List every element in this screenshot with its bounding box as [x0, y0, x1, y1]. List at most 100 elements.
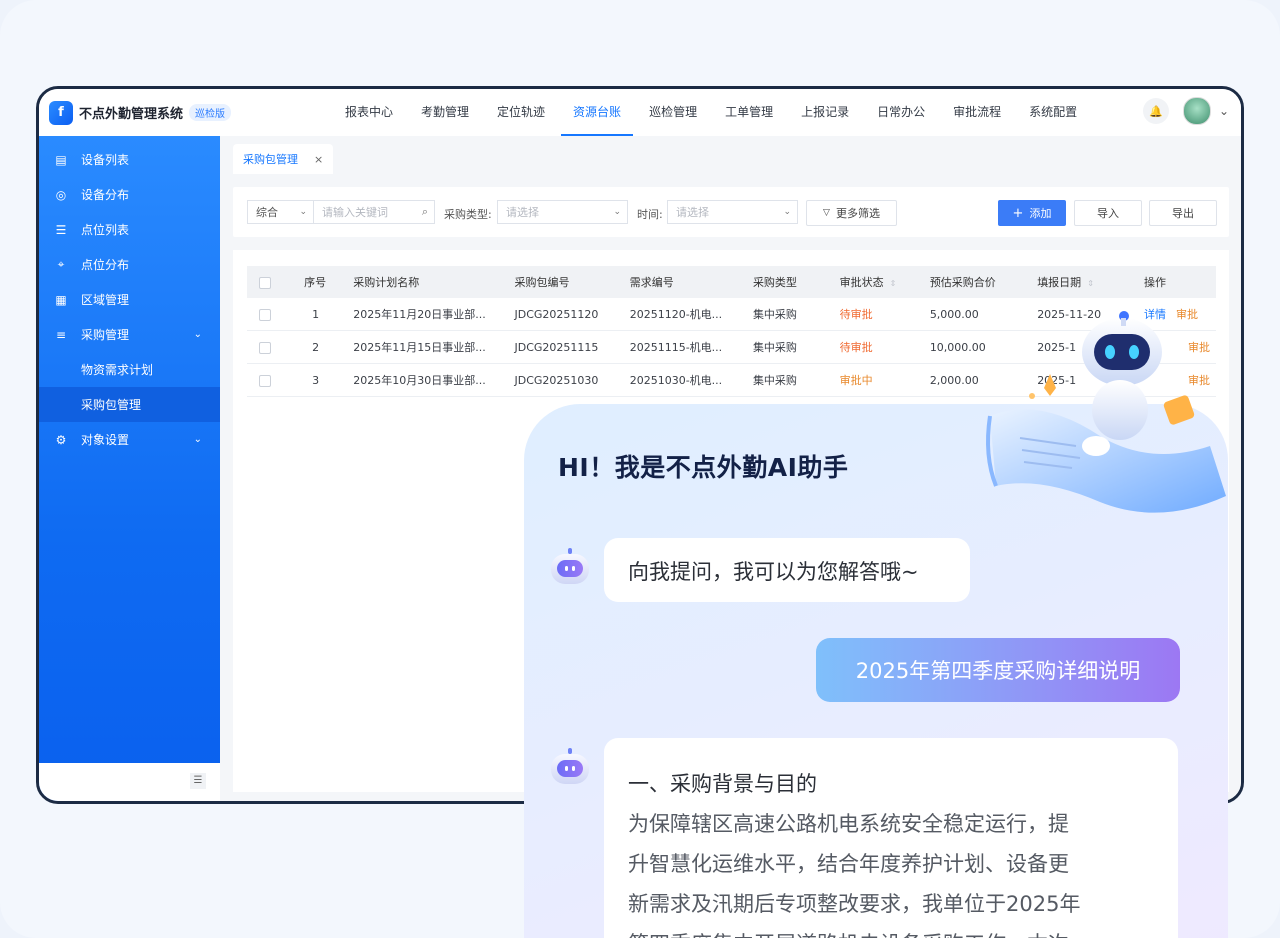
sidebar-item-label: 区域管理 [81, 293, 130, 307]
chevron-down-icon: ⌄ [783, 207, 791, 217]
more-filters-button[interactable]: ▽ 更多筛选 [806, 200, 897, 226]
bot-avatar-icon [549, 748, 591, 788]
col-label: 审批状态 [839, 276, 884, 289]
sidebar-item-device-distribution[interactable]: ◎ 设备分布 [39, 177, 220, 212]
tab-purchase-package[interactable]: 采购包管理 × [233, 144, 334, 174]
sort-select-value: 综合 [256, 206, 278, 219]
col-actions: 操作 [1144, 276, 1166, 289]
col-label: 填报日期 [1037, 276, 1082, 289]
type-placeholder: 请选择 [506, 206, 539, 219]
answer-line: 为保障辖区高速公路机电系统安全稳定运行，提 [628, 812, 1069, 836]
cell-no: 3 [298, 363, 348, 397]
sidebar-item-procurement[interactable]: ≡ 采购管理 ⌄ [39, 317, 220, 352]
sidebar-item-purchase-package[interactable]: 采购包管理 [39, 387, 220, 422]
cell-purchase-type: 集中采购 [746, 298, 834, 331]
col-estimated-amount: 预估采购合价 [929, 276, 996, 289]
col-approval-status[interactable]: 审批状态 ⇕ [834, 266, 924, 298]
cell-purchase-type: 集中采购 [746, 363, 834, 397]
nav-system-config[interactable]: 系统配置 [1017, 89, 1089, 136]
sidebar-item-label: 点位分布 [81, 258, 130, 272]
sort-select[interactable]: 综合 ⌄ [247, 200, 314, 224]
nav-attendance[interactable]: 考勤管理 [409, 89, 481, 136]
filter-bar: 综合 ⌄ 请输入关键词 ⌕ 采购类型: 请选择 ⌄ 时间: 请选择 ⌄ ▽ 更多… [233, 187, 1229, 237]
document-icon: ▤ [55, 152, 67, 167]
search-placeholder: 请输入关键词 [322, 206, 388, 219]
tab-label: 采购包管理 [243, 153, 298, 166]
avatar[interactable] [1182, 97, 1211, 125]
more-filters-label: 更多筛选 [835, 207, 880, 220]
app-logo-icon: f [49, 100, 73, 125]
answer-line: 第四季度集中开展道路机电设备采购工作。本次 [628, 924, 1178, 938]
close-icon[interactable]: × [314, 153, 323, 166]
col-requirement-no: 需求编号 [629, 276, 674, 289]
type-select[interactable]: 请选择 ⌄ [497, 200, 628, 224]
robot-mascot-icon [986, 311, 1226, 513]
nav-daily-office[interactable]: 日常办公 [865, 89, 937, 136]
sidebar-item-label: 点位列表 [81, 223, 130, 237]
cell-package-no: JDCG20251115 [508, 330, 624, 364]
sidebar-item-material-plan[interactable]: 物资需求计划 [39, 352, 220, 387]
nav-reports-records[interactable]: 上报记录 [789, 89, 861, 136]
cell-purchase-type: 集中采购 [746, 330, 834, 364]
export-button[interactable]: 导出 [1149, 200, 1217, 226]
cell-requirement-no: 20251115-机电... [623, 330, 747, 364]
search-icon[interactable]: ⌕ [422, 205, 428, 219]
sidebar-item-device-list[interactable]: ▤ 设备列表 [39, 142, 220, 177]
row-checkbox[interactable] [259, 308, 271, 321]
topbar-actions: 🔔 ⌄ [1142, 97, 1229, 125]
col-no: 序号 [304, 276, 327, 289]
app-title: 不点外勤管理系统 [79, 107, 184, 122]
sidebar-item-point-distribution[interactable]: ⌖ 点位分布 [39, 247, 220, 282]
nav-work-orders[interactable]: 工单管理 [713, 89, 785, 136]
col-package-no: 采购包编号 [514, 276, 570, 289]
answer-line: 新需求及汛期后专项整改要求，我单位于2025年 [628, 892, 1081, 916]
add-button[interactable]: + 添加 [998, 200, 1066, 226]
nav-resource-ledger[interactable]: 资源台账 [561, 89, 634, 136]
search-input[interactable]: 请输入关键词 ⌕ [313, 200, 435, 224]
sidebar-item-point-list[interactable]: ☰ 点位列表 [39, 212, 220, 247]
chevron-down-icon: ⌄ [193, 329, 202, 340]
row-checkbox[interactable] [259, 341, 271, 354]
nav-inspection[interactable]: 巡检管理 [637, 89, 709, 136]
chevron-down-icon: ⌄ [613, 207, 621, 217]
nav-reports[interactable]: 报表中心 [333, 89, 405, 136]
nav-location-track[interactable]: 定位轨迹 [485, 89, 557, 136]
assistant-title: HI！我是不点外勤AI助手 [558, 453, 849, 482]
select-all-checkbox[interactable] [259, 276, 271, 289]
cell-requirement-no: 20251030-机电... [623, 363, 747, 397]
nav-approval-flow[interactable]: 审批流程 [941, 89, 1013, 136]
cell-plan-name: 2025年11月20日事业部... [347, 298, 509, 331]
sidebar-item-label: 物资需求计划 [81, 363, 154, 377]
sidebar-item-area-management[interactable]: ▦ 区域管理 [39, 282, 220, 317]
time-placeholder: 请选择 [676, 206, 709, 219]
collapse-sidebar-icon[interactable]: ☰ [190, 773, 206, 789]
page-stage: f 不点外勤管理系统 巡检版 报表中心 考勤管理 定位轨迹 资源台账 巡检管理 … [0, 0, 1280, 938]
sidebar-item-label: 采购管理 [81, 328, 130, 342]
col-purchase-type: 采购类型 [752, 276, 797, 289]
col-fill-date[interactable]: 填报日期 ⇕ [1031, 266, 1138, 298]
brand: f 不点外勤管理系统 巡检版 [49, 100, 309, 125]
cell-no: 1 [298, 298, 348, 331]
type-label: 采购类型: [444, 208, 492, 221]
list-icon: ☰ [55, 222, 67, 237]
table-header-row: 序号 采购计划名称 采购包编号 需求编号 采购类型 审批状态 ⇕ 预估采购合价 填… [247, 266, 1216, 298]
chevron-down-icon[interactable]: ⌄ [1219, 104, 1229, 118]
sort-icon: ⇕ [889, 279, 897, 288]
bot-greeting-bubble: 向我提问，我可以为您解答哦~ [604, 538, 970, 602]
time-label: 时间: [637, 208, 663, 221]
row-checkbox[interactable] [259, 374, 271, 387]
sidebar-item-label: 设备分布 [81, 188, 130, 202]
sidebar-item-label: 设备列表 [81, 153, 130, 167]
grid-icon: ▦ [55, 292, 67, 307]
sidebar-item-object-settings[interactable]: ⚙ 对象设置 ⌄ [39, 422, 220, 457]
funnel-icon: ▽ [823, 208, 830, 218]
answer-line: 升智慧化运维水平，结合年度养护计划、设备更 [628, 852, 1069, 876]
bell-icon[interactable]: 🔔 [1142, 98, 1169, 124]
answer-heading: 一、采购背景与目的 [628, 772, 817, 796]
edition-badge: 巡检版 [189, 104, 232, 121]
sidebar-item-label: 采购包管理 [81, 398, 142, 412]
import-button[interactable]: 导入 [1074, 200, 1142, 226]
cell-no: 2 [298, 330, 348, 364]
cell-plan-name: 2025年11月15日事业部... [347, 330, 509, 364]
time-select[interactable]: 请选择 ⌄ [667, 200, 798, 224]
